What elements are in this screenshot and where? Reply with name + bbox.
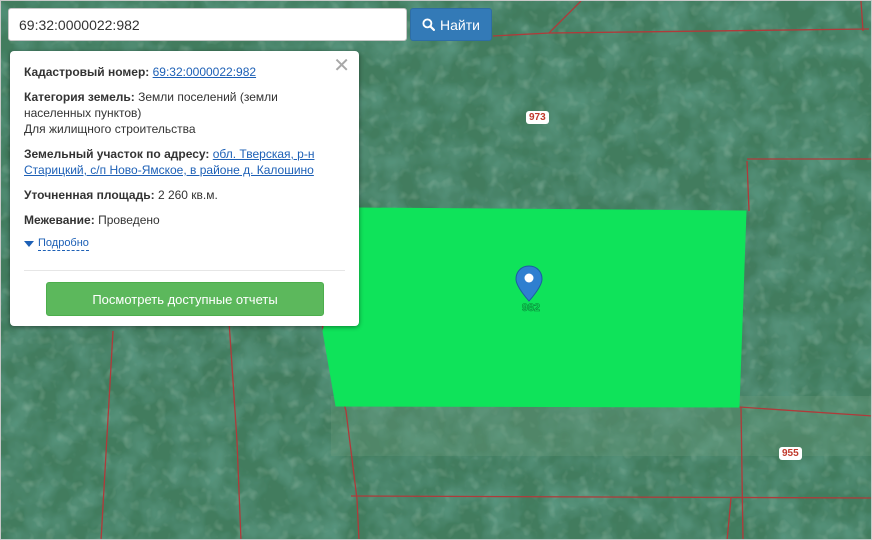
category-use: Для жилищного строительства: [24, 122, 196, 136]
divider: [24, 270, 345, 271]
area-label: Уточненная площадь:: [24, 188, 155, 202]
survey-label: Межевание:: [24, 213, 95, 227]
survey-value: Проведено: [98, 213, 160, 227]
cadastral-number-link[interactable]: 69:32:0000022:982: [153, 65, 256, 79]
parcel-label-955: 955: [779, 447, 802, 460]
category-row: Категория земель: Земли поселений (земли…: [24, 89, 345, 137]
details-toggle[interactable]: Подробно: [24, 237, 345, 251]
caret-down-icon: [24, 240, 34, 247]
close-icon[interactable]: ✕: [333, 56, 350, 76]
parcel-info-popup: ✕ Кадастровый номер: 69:32:0000022:982 К…: [10, 51, 359, 326]
parcel-label-973: 973: [526, 111, 549, 124]
survey-row: Межевание: Проведено: [24, 212, 345, 228]
area-value: 2 260 кв.м.: [157, 188, 218, 202]
cadastral-row: Кадастровый номер: 69:32:0000022:982: [24, 64, 345, 80]
area-row: Уточненная площадь: 2 260 кв.м.: [24, 187, 345, 203]
marker-label: 982: [522, 302, 540, 314]
search-input[interactable]: [8, 8, 407, 41]
search-icon: [422, 18, 436, 31]
address-label: Земельный участок по адресу:: [24, 147, 210, 161]
address-row: Земельный участок по адресу: обл. Тверск…: [24, 146, 345, 178]
cadastral-label: Кадастровый номер:: [24, 65, 150, 79]
details-link[interactable]: Подробно: [38, 237, 89, 251]
category-label: Категория земель:: [24, 90, 135, 104]
search-button[interactable]: Найти: [410, 8, 492, 41]
search-bar: Найти: [8, 8, 492, 41]
view-reports-button[interactable]: Посмотреть доступные отчеты: [46, 282, 324, 316]
search-button-label: Найти: [440, 16, 480, 33]
